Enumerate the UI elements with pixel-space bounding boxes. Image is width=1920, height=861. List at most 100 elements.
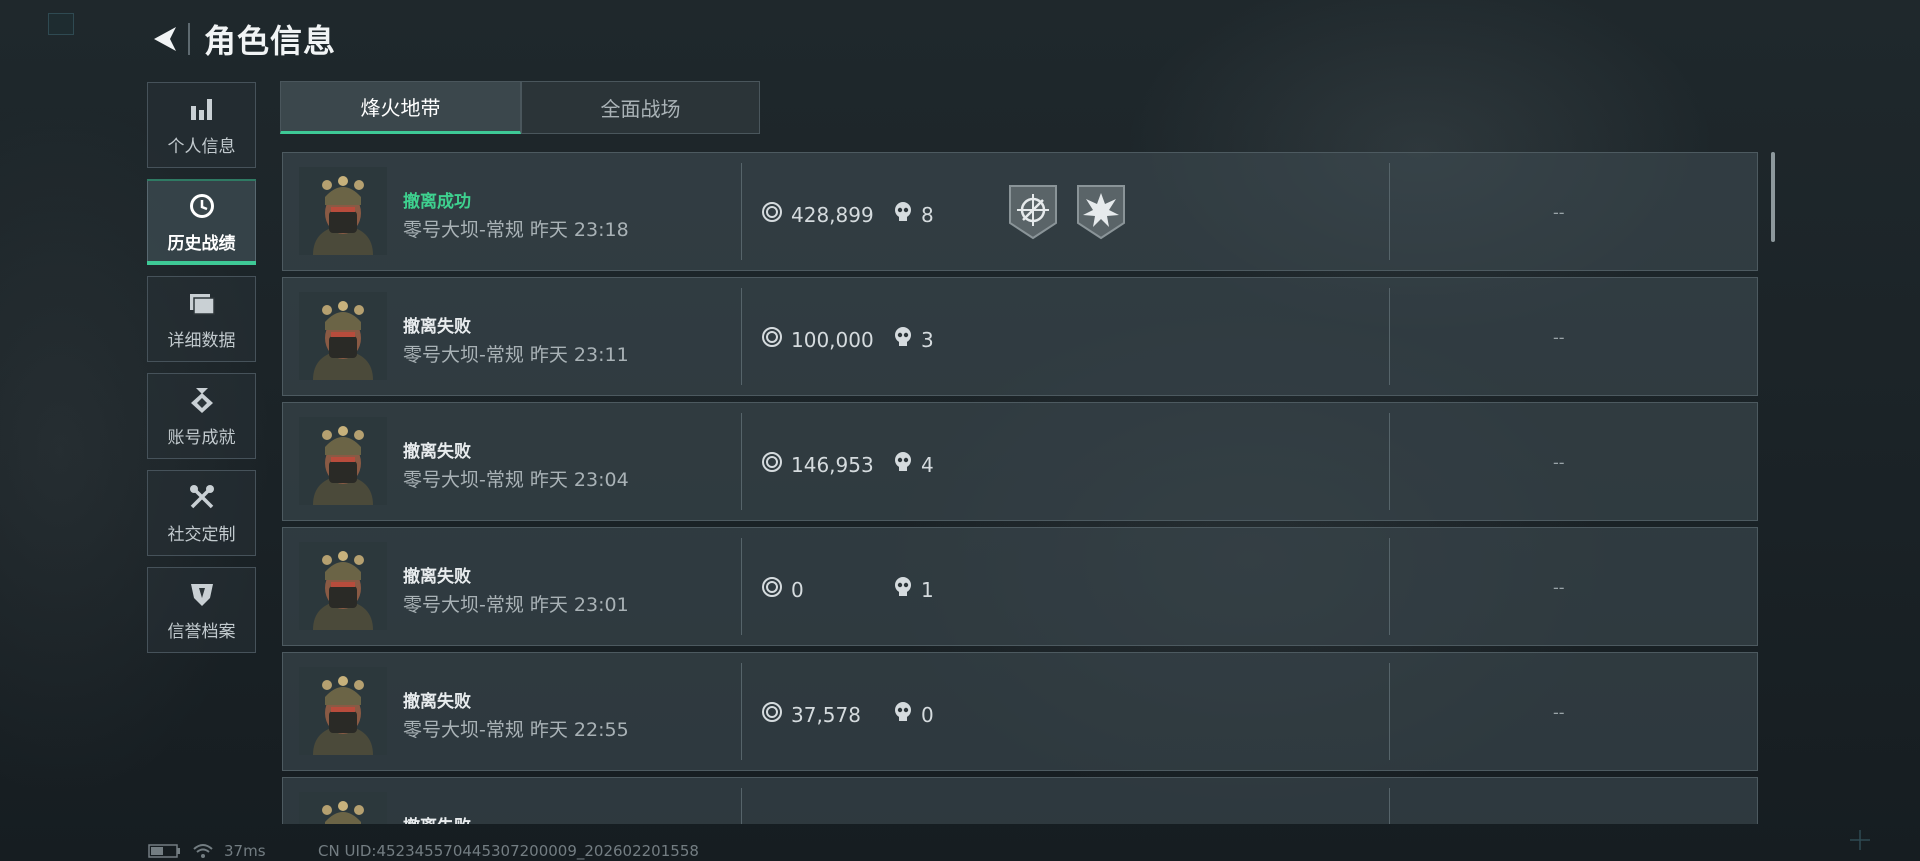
- extra-info: --: [1553, 203, 1565, 222]
- match-result: 撤离失败: [403, 692, 471, 712]
- coin-icon: [761, 576, 791, 603]
- value-text: 100,000: [791, 327, 874, 352]
- sidebar-item-history[interactable]: 历史战绩: [147, 179, 256, 265]
- shield-icon: [187, 579, 217, 609]
- sidebar-item-label: 历史战绩: [167, 233, 236, 254]
- corner-marker: [48, 13, 74, 35]
- skull-icon: [893, 201, 921, 228]
- kill-count: 1: [893, 576, 934, 603]
- ping-text: 37ms: [224, 842, 266, 860]
- wifi-icon: [193, 844, 213, 858]
- sidebar-item-achievements[interactable]: 账号成就: [147, 373, 256, 459]
- extraction-value: 37,578: [761, 701, 861, 728]
- value-text: 37,578: [791, 702, 861, 727]
- back-arrow-icon: [154, 27, 176, 51]
- extra-info: --: [1553, 328, 1565, 347]
- match-result: 撤离失败: [403, 442, 471, 462]
- sidebar-item-label: 详细数据: [167, 330, 236, 351]
- match-map-time: 零号大坝-常规 昨天 22:55: [403, 719, 629, 741]
- uid-text: CN UID:452345570445307200009_20260220155…: [318, 842, 699, 860]
- row-divider: [741, 288, 742, 385]
- match-row[interactable]: 撤离失败零号大坝-常规 昨天 23:11 100,000 3 --: [282, 277, 1758, 396]
- match-row[interactable]: 撤离失败: [282, 777, 1758, 824]
- row-divider: [741, 163, 742, 260]
- sidebar-item-label: 信誉档案: [167, 621, 236, 642]
- extraction-value: 100,000: [761, 326, 874, 353]
- sidebar: 个人信息 历史战绩 详细数据 账号成就 社交定制 信誉档案: [147, 82, 257, 664]
- match-row[interactable]: 撤离失败 零号大坝-常规 昨天 22:55 37,578 0 --: [282, 652, 1758, 771]
- clock-icon: [187, 191, 217, 221]
- coin-icon: [761, 451, 791, 478]
- match-row[interactable]: 撤离成功零号大坝-常规 昨天 23:18 428,899 8 --: [282, 152, 1758, 271]
- match-map-time: 零号大坝-常规 昨天 23:04: [403, 469, 629, 491]
- crosshair-medal-icon[interactable]: [1007, 183, 1059, 241]
- bar-chart-icon: [187, 94, 217, 124]
- skull-icon: [893, 326, 921, 353]
- coin-icon: [761, 701, 791, 728]
- skull-icon: [893, 451, 921, 478]
- extra-info: --: [1553, 453, 1565, 472]
- sidebar-item-label: 账号成就: [167, 427, 236, 448]
- medal-icon: [187, 385, 217, 415]
- kills-text: 4: [921, 452, 934, 477]
- operator-avatar: [299, 292, 387, 380]
- match-result: 撤离失败: [403, 317, 471, 337]
- battery-icon: [148, 844, 180, 858]
- match-map-time: 零号大坝-常规 昨天 23:11: [403, 344, 629, 366]
- kill-count: 4: [893, 451, 934, 478]
- page-title: 角色信息: [204, 22, 337, 60]
- kills-text: 1: [921, 577, 934, 602]
- sidebar-item-details[interactable]: 详细数据: [147, 276, 256, 362]
- skull-icon: [893, 701, 921, 728]
- match-map-time: 零号大坝-常规 昨天 23:01: [403, 594, 629, 616]
- extraction-value: 0: [761, 576, 804, 603]
- tab-hazard-zone[interactable]: 烽火地带: [280, 81, 521, 134]
- kills-text: 8: [921, 202, 934, 227]
- row-divider: [1389, 413, 1390, 510]
- value-text: 146,953: [791, 452, 874, 477]
- extraction-value: 146,953: [761, 451, 874, 478]
- match-map-time: 零号大坝-常规 昨天 23:18: [403, 219, 629, 241]
- match-history-list[interactable]: 撤离成功 零号大坝-常规 昨天 23:18 428,899 8 -- 撤离失败 零号大坝-…: [282, 152, 1758, 824]
- row-divider: [741, 788, 742, 824]
- row-divider: [741, 663, 742, 760]
- back-button[interactable]: [148, 19, 182, 59]
- operator-avatar: [299, 417, 387, 505]
- kill-count: 0: [893, 701, 934, 728]
- match-result: 撤离成功: [403, 192, 471, 212]
- medal-badges: [1007, 183, 1127, 241]
- mode-tabs: 烽火地带 全面战场: [280, 81, 760, 134]
- kills-text: 0: [921, 702, 934, 727]
- tab-full-battlefield[interactable]: 全面战场: [521, 81, 760, 134]
- explosion-medal-icon[interactable]: [1075, 183, 1127, 241]
- sidebar-item-label: 社交定制: [167, 524, 236, 545]
- row-divider: [1389, 163, 1390, 260]
- header-separator: [188, 23, 190, 55]
- operator-avatar: [299, 542, 387, 630]
- tools-icon: [187, 482, 217, 512]
- sidebar-item-reputation[interactable]: 信誉档案: [147, 567, 256, 653]
- operator-avatar: [299, 792, 387, 824]
- match-result: 撤离失败: [403, 567, 471, 587]
- value-text: 0: [791, 577, 804, 602]
- extraction-value: 428,899: [761, 201, 874, 228]
- extra-info: --: [1553, 578, 1565, 597]
- value-text: 428,899: [791, 202, 874, 227]
- operator-avatar: [299, 667, 387, 755]
- match-row[interactable]: 撤离失败零号大坝-常规 昨天 23:04 146,953 4 --: [282, 402, 1758, 521]
- sidebar-item-social[interactable]: 社交定制: [147, 470, 256, 556]
- kill-count: 3: [893, 326, 934, 353]
- list-scrollbar[interactable]: [1771, 152, 1775, 242]
- sidebar-item-profile[interactable]: 个人信息: [147, 82, 256, 168]
- row-divider: [1389, 288, 1390, 385]
- row-divider: [1389, 538, 1390, 635]
- match-row[interactable]: 撤离失败零号大坝-常规 昨天 23:01 0 1 --: [282, 527, 1758, 646]
- operator-avatar: [299, 167, 387, 255]
- coin-icon: [761, 326, 791, 353]
- kills-text: 3: [921, 327, 934, 352]
- folder-icon: [187, 288, 217, 318]
- row-divider: [1389, 788, 1390, 824]
- skull-icon: [893, 576, 921, 603]
- kill-count: 8: [893, 201, 934, 228]
- match-result: 撤离失败: [403, 812, 471, 824]
